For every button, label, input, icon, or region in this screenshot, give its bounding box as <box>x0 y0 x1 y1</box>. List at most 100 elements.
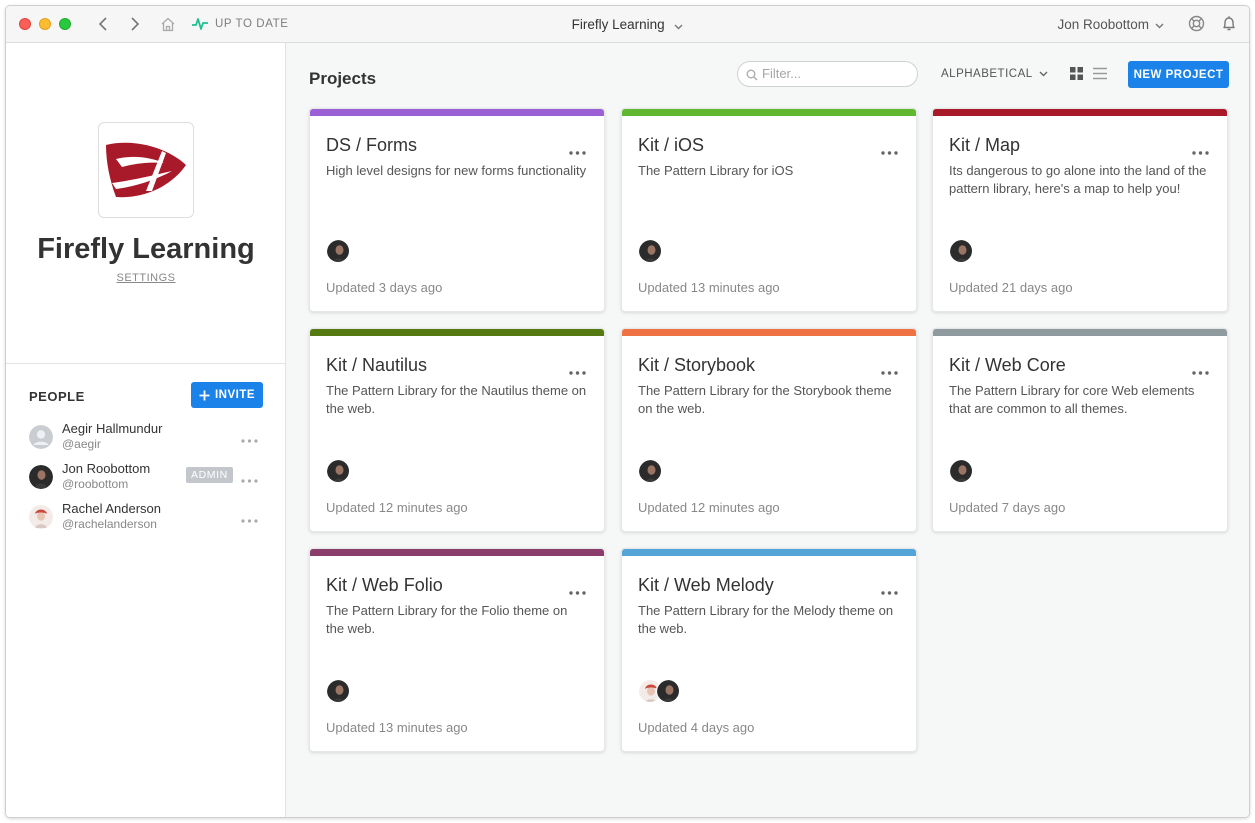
project-card[interactable]: Kit / Web Folio The Pattern Library for … <box>309 548 605 752</box>
user-menu-label: Jon Roobottom <box>1057 17 1149 32</box>
more-options-icon[interactable] <box>569 582 586 600</box>
more-options-icon[interactable] <box>241 430 258 448</box>
project-updated: Updated 7 days ago <box>949 500 1066 515</box>
project-description: The Pattern Library for the Melody theme… <box>638 603 894 636</box>
jon-avatar <box>326 239 350 263</box>
title-bar: UP TO DATE Firefly Learning Jon Roobotto… <box>6 6 1249 43</box>
sort-dropdown[interactable]: ALPHABETICAL <box>941 68 1048 80</box>
jon-avatar <box>638 459 662 483</box>
person-name: Aegir Hallmundur <box>62 421 163 436</box>
divider <box>6 363 285 364</box>
person-name: Rachel Anderson <box>62 501 162 516</box>
help-lifebuoy-icon[interactable] <box>1188 15 1205 37</box>
organization-name: Firefly Learning <box>37 233 255 265</box>
project-color-bar <box>933 109 1227 116</box>
jon-avatar <box>638 239 662 263</box>
chevron-down-icon <box>674 18 683 33</box>
project-color-bar <box>310 109 604 116</box>
project-color-bar <box>310 329 604 336</box>
project-title: Kit / Web Folio <box>326 575 443 595</box>
more-options-icon[interactable] <box>1192 142 1209 160</box>
project-description: High level designs for new forms functio… <box>326 163 587 178</box>
project-updated: Updated 13 minutes ago <box>638 280 780 295</box>
more-options-icon[interactable] <box>1192 362 1209 380</box>
project-title: Kit / Map <box>949 135 1021 155</box>
project-color-bar <box>622 549 916 556</box>
notifications-bell-icon[interactable] <box>1221 15 1237 37</box>
people-heading: PEOPLE <box>29 389 85 404</box>
chevron-down-icon <box>1155 17 1164 32</box>
sort-dropdown-label: ALPHABETICAL <box>941 68 1033 80</box>
filter-input[interactable] <box>762 66 912 81</box>
invite-button-label: INVITE <box>214 389 256 401</box>
person-row[interactable]: Rachel Anderson @rachelanderson <box>29 501 269 537</box>
person-row[interactable]: Aegir Hallmundur @aegir <box>29 421 269 457</box>
project-updated: Updated 12 minutes ago <box>326 500 468 515</box>
more-options-icon[interactable] <box>881 582 898 600</box>
list-view-icon[interactable] <box>1093 67 1107 85</box>
projects-panel: Projects ALPHABETICAL NEW PROJECT DS / F… <box>286 43 1249 817</box>
project-description: The Pattern Library for the Nautilus the… <box>326 383 587 416</box>
project-color-bar <box>933 329 1227 336</box>
project-description: The Pattern Library for the Storybook th… <box>638 383 892 416</box>
project-card[interactable]: Kit / Storybook The Pattern Library for … <box>621 328 917 532</box>
jon-avatar <box>949 459 973 483</box>
project-title: DS / Forms <box>326 135 418 155</box>
jon-avatar <box>326 679 350 703</box>
project-title: Kit / Storybook <box>638 355 756 375</box>
project-color-bar <box>310 549 604 556</box>
project-title: Kit / Nautilus <box>326 355 428 375</box>
more-options-icon[interactable] <box>569 142 586 160</box>
more-options-icon[interactable] <box>569 362 586 380</box>
person-handle: @roobottom <box>62 477 129 491</box>
project-description: The Pattern Library for core Web element… <box>949 383 1195 416</box>
project-card[interactable]: Kit / Web Melody The Pattern Library for… <box>621 548 917 752</box>
plus-icon <box>199 390 210 400</box>
grid-view-icon[interactable] <box>1070 67 1083 85</box>
project-description: The Pattern Library for iOS <box>638 163 794 178</box>
person-handle: @rachelanderson <box>62 517 157 531</box>
sidebar: Firefly Learning SETTINGS PEOPLE INVITE … <box>6 43 286 817</box>
page-title: Projects <box>309 69 377 88</box>
more-options-icon[interactable] <box>881 142 898 160</box>
new-project-button[interactable]: NEW PROJECT <box>1128 61 1229 88</box>
project-card[interactable]: DS / Forms High level designs for new fo… <box>309 108 605 312</box>
admin-badge: ADMIN <box>186 467 233 483</box>
organization-logo <box>98 122 194 218</box>
person-name: Jon Roobottom <box>62 461 151 476</box>
project-title: Kit / Web Core <box>949 355 1066 375</box>
rachel-avatar <box>29 505 53 529</box>
project-color-bar <box>622 109 916 116</box>
filter-field[interactable] <box>737 61 918 87</box>
jon-avatar <box>326 459 350 483</box>
project-updated: Updated 4 days ago <box>638 720 755 735</box>
project-card[interactable]: Kit / Map Its dangerous to go alone into… <box>932 108 1228 312</box>
person-handle: @aegir <box>62 437 101 451</box>
project-card[interactable]: Kit / iOS The Pattern Library for iOS Up… <box>621 108 917 312</box>
jon-avatar <box>656 679 680 703</box>
project-description: Its dangerous to go alone into the land … <box>949 163 1207 196</box>
project-updated: Updated 13 minutes ago <box>326 720 468 735</box>
user-menu[interactable]: Jon Roobottom <box>1057 17 1164 32</box>
project-updated: Updated 21 days ago <box>949 280 1073 295</box>
project-updated: Updated 3 days ago <box>326 280 443 295</box>
jon-avatar <box>29 465 53 489</box>
project-updated: Updated 12 minutes ago <box>638 500 780 515</box>
project-card[interactable]: Kit / Nautilus The Pattern Library for t… <box>309 328 605 532</box>
search-icon <box>746 68 758 86</box>
default-avatar-icon <box>29 425 53 449</box>
settings-link[interactable]: SETTINGS <box>6 272 286 284</box>
project-color-bar <box>622 329 916 336</box>
project-card[interactable]: Kit / Web Core The Pattern Library for c… <box>932 328 1228 532</box>
jon-avatar <box>949 239 973 263</box>
more-options-icon[interactable] <box>241 510 258 528</box>
organization-switcher-label: Firefly Learning <box>571 17 665 32</box>
more-options-icon[interactable] <box>241 470 258 488</box>
more-options-icon[interactable] <box>881 362 898 380</box>
person-row[interactable]: Jon Roobottom @roobottom ADMIN <box>29 461 269 497</box>
chevron-down-icon <box>1039 68 1048 80</box>
invite-button[interactable]: INVITE <box>191 382 263 408</box>
app-window: UP TO DATE Firefly Learning Jon Roobotto… <box>5 5 1250 818</box>
project-title: Kit / iOS <box>638 135 705 155</box>
project-title: Kit / Web Melody <box>638 575 774 595</box>
